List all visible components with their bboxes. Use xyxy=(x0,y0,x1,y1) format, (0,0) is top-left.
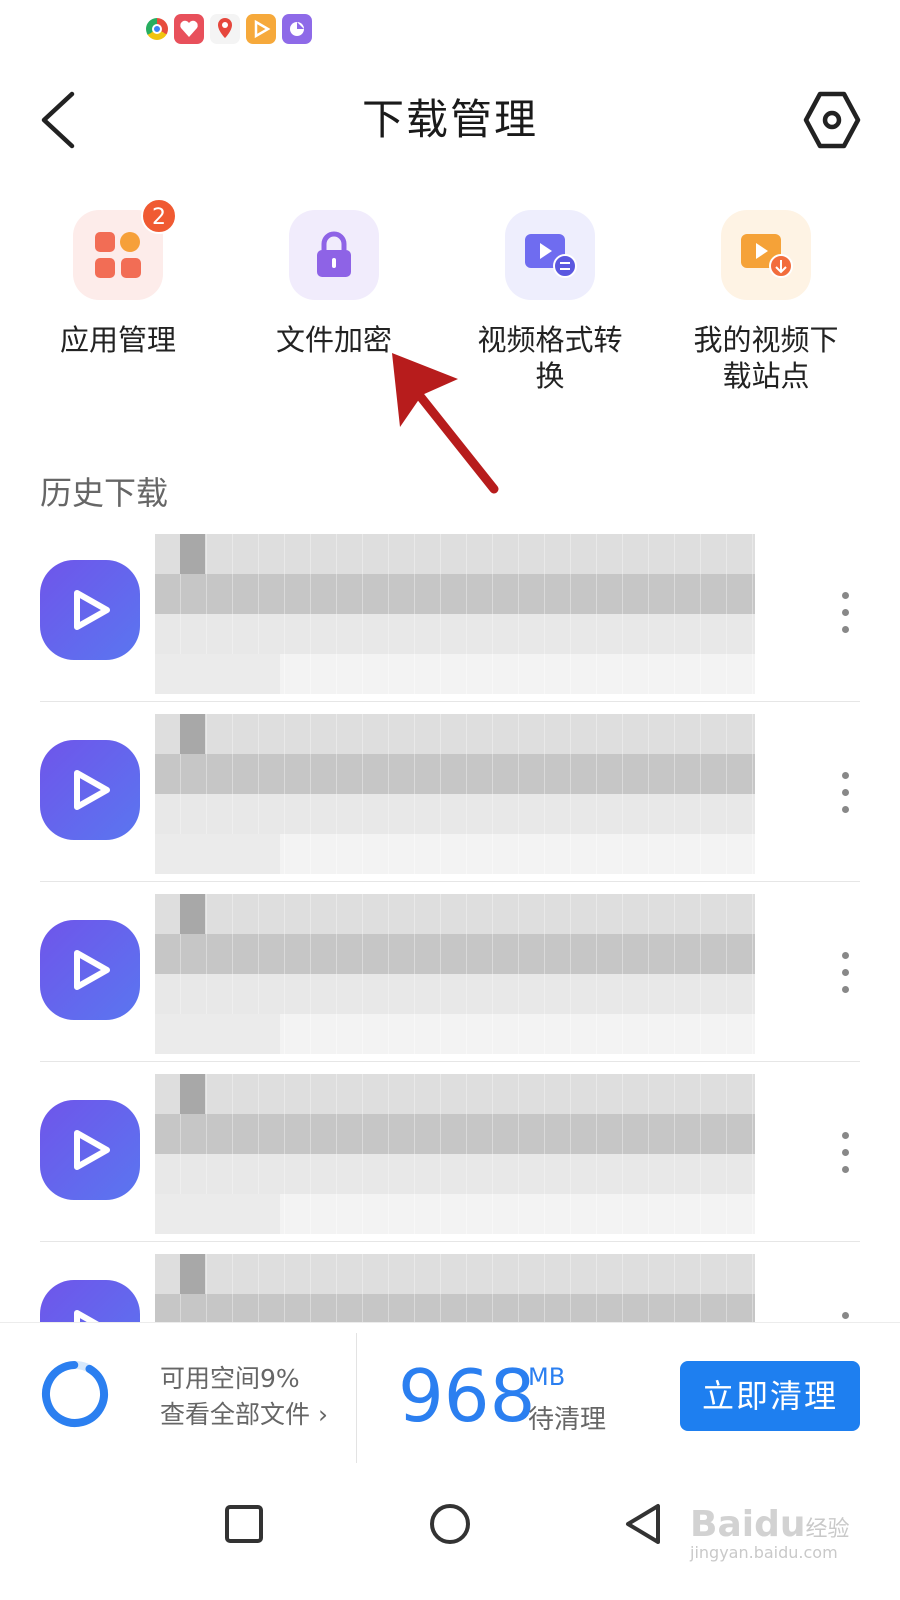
pending-clean-label: 待清理 xyxy=(528,1405,607,1435)
home-button[interactable] xyxy=(420,1494,480,1554)
hex-settings-icon xyxy=(803,91,861,149)
tool-label: 文件加密 xyxy=(275,323,392,357)
video-convert-icon xyxy=(505,210,595,300)
tool-app-management[interactable]: 2 应用管理 xyxy=(18,198,218,358)
notification-badge: 2 xyxy=(141,198,177,234)
recent-apps-icon xyxy=(225,1505,263,1543)
view-all-files-label: 查看全部文件 xyxy=(160,1400,311,1429)
home-icon xyxy=(430,1504,470,1544)
tool-video-format-convert[interactable]: 视频格式转换 xyxy=(450,210,650,394)
storage-info[interactable]: 可用空间9% 查看全部文件 › xyxy=(160,1361,328,1433)
list-item[interactable] xyxy=(40,522,860,702)
video-play-icon xyxy=(40,1100,140,1200)
blurred-filename xyxy=(155,714,755,874)
watermark-cn: 经验 xyxy=(805,1517,850,1542)
history-download-list xyxy=(0,522,900,1352)
history-section-title: 历史下载 xyxy=(40,474,169,512)
size-unit: MB xyxy=(528,1363,566,1391)
blurred-filename xyxy=(155,1074,755,1234)
video-play-icon xyxy=(40,740,140,840)
more-options-icon[interactable] xyxy=(830,572,860,652)
page-title: 下载管理 xyxy=(361,95,538,144)
watermark-brand: Baidu xyxy=(690,1504,806,1545)
storage-summary-bar: 可用空间9% 查看全部文件 › 968 MB 待清理 立即清理 xyxy=(0,1322,900,1472)
divider xyxy=(356,1333,357,1463)
back-triangle-icon xyxy=(626,1504,660,1544)
available-space-text: 可用空间9% xyxy=(160,1364,300,1393)
tool-label: 视频格式转换 xyxy=(477,323,623,393)
blurred-filename xyxy=(155,894,755,1054)
storage-ring-icon xyxy=(42,1361,108,1427)
more-options-icon[interactable] xyxy=(830,1112,860,1192)
list-item[interactable] xyxy=(40,702,860,882)
tool-label: 应用管理 xyxy=(59,323,176,357)
chrome-icon xyxy=(146,18,168,40)
quick-tools: 2 应用管理 文件加密 视频格式转换 我的视频下载站点 xyxy=(0,198,900,410)
watermark-url: jingyan.baidu.com xyxy=(690,1543,838,1562)
view-all-files-link[interactable]: 查看全部文件 › xyxy=(160,1397,328,1433)
system-back-button[interactable] xyxy=(616,1494,676,1554)
baidu-jingyan-watermark: Baidu经验 jingyan.baidu.com xyxy=(690,1504,850,1562)
video-play-icon xyxy=(40,920,140,1020)
settings-button[interactable] xyxy=(800,88,864,152)
chevron-right-icon: › xyxy=(317,1400,328,1429)
list-item[interactable] xyxy=(40,882,860,1062)
app-header: 下载管理 xyxy=(0,60,900,180)
tool-label: 我的视频下载站点 xyxy=(693,323,839,393)
tool-video-download-sites[interactable]: 我的视频下载站点 xyxy=(666,210,866,394)
status-bar xyxy=(0,0,900,60)
notification-icons xyxy=(146,14,312,44)
camera-app-icon xyxy=(282,14,312,44)
tool-file-encryption[interactable]: 文件加密 xyxy=(234,210,434,358)
lock-icon xyxy=(289,210,379,300)
blurred-filename xyxy=(155,534,755,694)
health-app-icon xyxy=(174,14,204,44)
map-pin-app-icon xyxy=(210,14,240,44)
video-play-icon xyxy=(40,560,140,660)
more-options-icon[interactable] xyxy=(830,752,860,832)
more-options-icon[interactable] xyxy=(830,932,860,1012)
video-download-icon xyxy=(721,210,811,300)
clean-now-button[interactable]: 立即清理 xyxy=(680,1361,860,1431)
apps-grid-icon: 2 xyxy=(73,198,177,300)
recent-apps-button[interactable] xyxy=(214,1494,274,1554)
list-item[interactable] xyxy=(40,1062,860,1242)
video-player-app-icon xyxy=(246,14,276,44)
cleanable-size-value: 968 xyxy=(398,1354,536,1438)
